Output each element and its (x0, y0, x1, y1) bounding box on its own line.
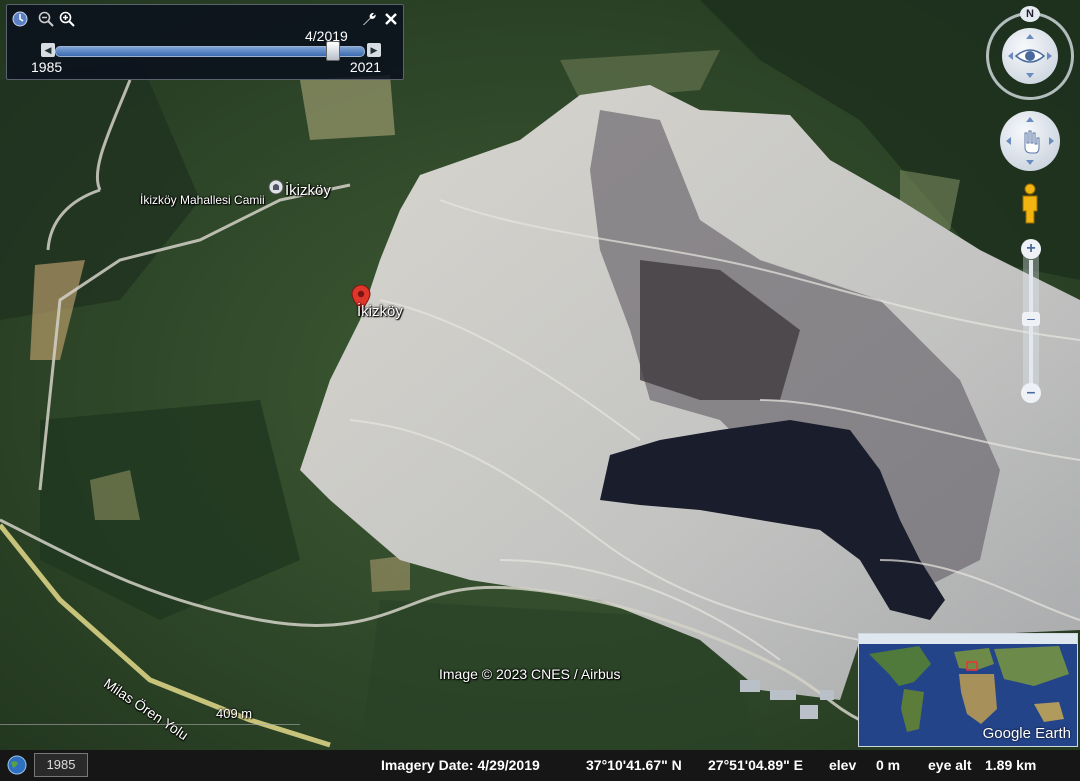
imagery-date: Imagery Date: 4/29/2019 (381, 757, 540, 773)
zoom-minus-icon[interactable]: – (1021, 383, 1041, 403)
time-slider-track[interactable] (55, 46, 365, 57)
pan-icon (1006, 117, 1054, 165)
scale-bar (0, 724, 300, 728)
close-icon[interactable] (383, 11, 399, 27)
mosque-label[interactable]: İkizköy Mahallesi Camii (140, 193, 265, 207)
slider-step-forward-button[interactable]: ▶ (367, 43, 381, 57)
globe-status-icon[interactable] (6, 754, 28, 776)
elevation-value: 0 m (876, 757, 901, 773)
zoom-thumb[interactable]: – (1022, 311, 1040, 326)
time-slider-thumb[interactable] (326, 41, 341, 61)
scale-label: 409 m (216, 706, 253, 721)
google-earth-logo: Google Earth (982, 725, 1071, 742)
time-slider-end-year: 2021 (349, 59, 381, 75)
clock-icon[interactable] (12, 11, 28, 27)
time-slider-panel: 4/2019 ◀ ▶ 1985 2021 (6, 4, 404, 80)
latitude-readout: 37°10'41.67" N (586, 757, 682, 773)
mosque-icon[interactable] (268, 178, 284, 196)
imagery-copyright: Image © 2023 CNES / Airbus (439, 666, 621, 682)
pegman-icon[interactable] (1019, 183, 1041, 225)
overview-minimap[interactable]: Google Earth (858, 633, 1078, 747)
wrench-icon[interactable] (361, 11, 377, 27)
eye-altitude-value: 1.89 km (985, 757, 1037, 773)
village-label[interactable]: İkizköy (285, 182, 331, 199)
placemark-label[interactable]: İkizköy (357, 303, 403, 320)
zoom-plus-icon[interactable]: + (1021, 239, 1041, 259)
eye-altitude-label: eye alt (928, 757, 972, 773)
earth-viewport[interactable]: 4/2019 ◀ ▶ 1985 2021 İkizköy Mahallesi C… (0, 0, 1080, 781)
north-indicator[interactable]: N (1020, 6, 1040, 22)
status-year-badge[interactable]: 1985 (34, 753, 88, 777)
eye-icon (1008, 34, 1052, 78)
elevation-label: elev (829, 757, 857, 773)
status-bar (0, 750, 1080, 781)
zoom-in-icon[interactable] (59, 11, 75, 27)
longitude-readout: 27°51'04.89" E (708, 757, 803, 773)
slider-step-back-button[interactable]: ◀ (41, 43, 55, 57)
time-slider-start-year: 1985 (31, 59, 63, 75)
zoom-out-icon[interactable] (38, 11, 54, 27)
